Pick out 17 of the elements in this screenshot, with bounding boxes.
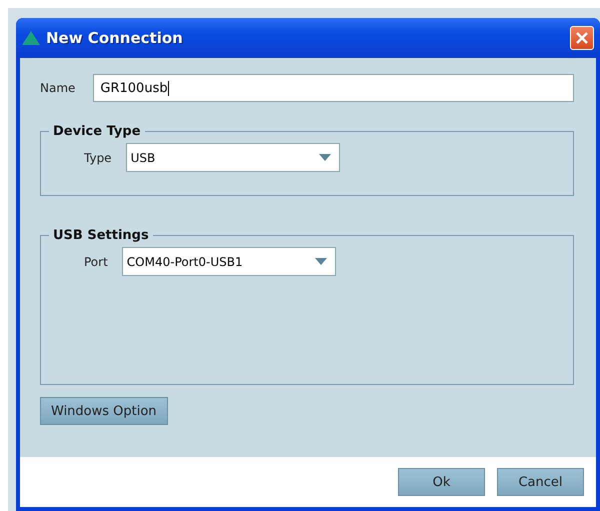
group-title: Device Type <box>52 124 142 139</box>
type-dropdown[interactable]: USB <box>126 143 340 172</box>
cancel-button[interactable]: Cancel <box>497 468 584 496</box>
type-label: Type <box>84 150 112 164</box>
window-title: New Connection <box>46 29 184 47</box>
name-label: Name <box>40 81 76 95</box>
dropdown-arrow-icon <box>318 154 331 161</box>
group-title: USB Settings <box>52 228 150 243</box>
port-dropdown[interactable]: COM40-Port0-USB1 <box>122 247 336 276</box>
close-icon <box>575 31 589 45</box>
dropdown-arrow-icon <box>314 258 327 265</box>
windows-option-button[interactable]: Windows Option <box>40 397 168 425</box>
close-button[interactable] <box>570 26 594 50</box>
port-label: Port <box>84 254 108 268</box>
triangle-logo-icon <box>22 31 40 45</box>
name-input-field[interactable]: GR100usb <box>93 74 574 102</box>
ok-button[interactable]: Ok <box>398 468 485 496</box>
